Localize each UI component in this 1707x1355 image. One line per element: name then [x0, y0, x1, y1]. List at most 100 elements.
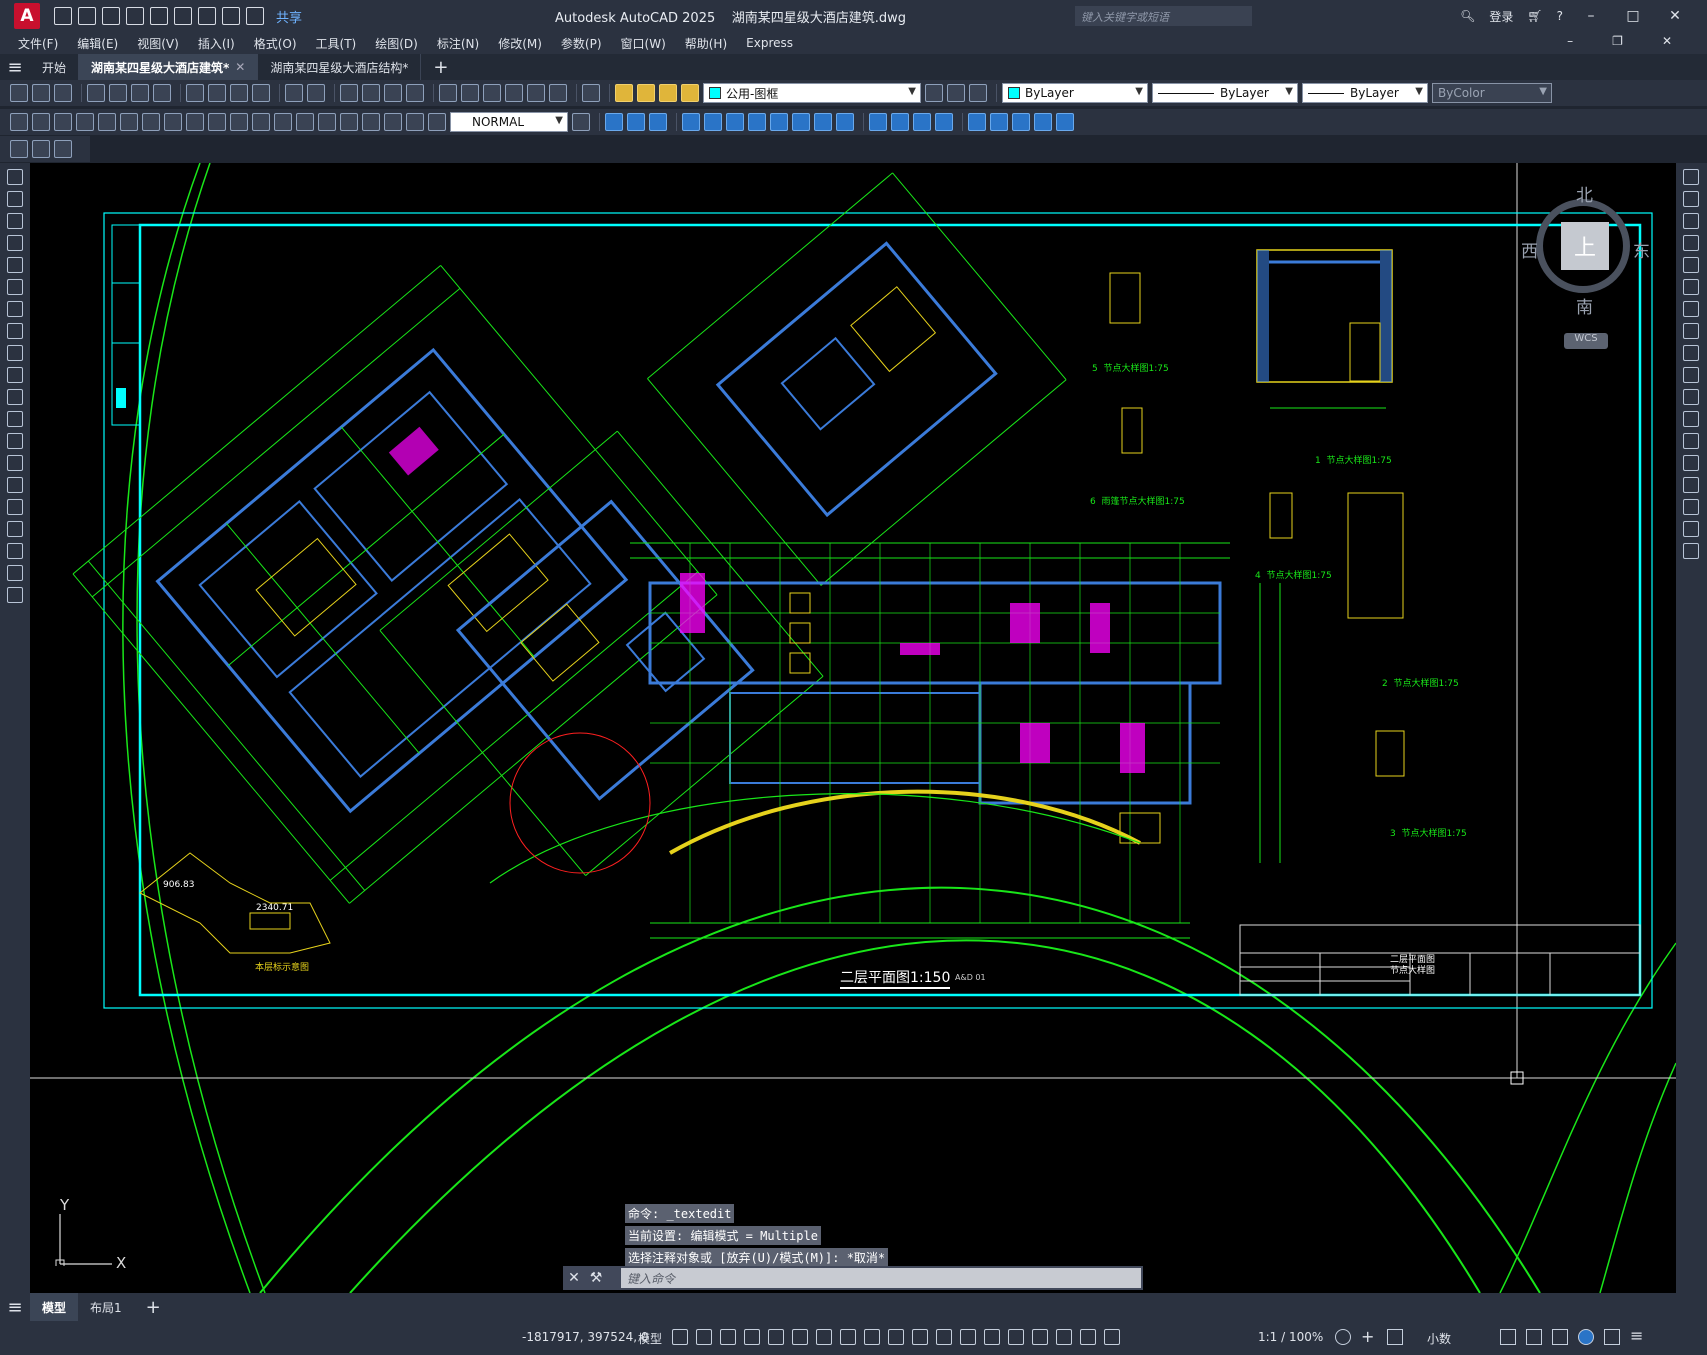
menu-edit[interactable]: 编辑(E) [77, 35, 118, 52]
open-file-icon[interactable] [78, 7, 96, 25]
zoom-previous-icon[interactable] [406, 84, 424, 102]
zoom-realtime-icon[interactable] [362, 84, 380, 102]
layer-freeze-icon[interactable] [659, 84, 677, 102]
menu-file[interactable]: 文件(F) [18, 35, 58, 52]
autocad-logo-icon[interactable]: A [14, 3, 40, 29]
close-command-icon[interactable]: ✕ [563, 1270, 585, 1286]
customization-menu-icon[interactable]: ≡ [1630, 1328, 1646, 1345]
fillet-icon[interactable] [1683, 499, 1699, 515]
new-icon[interactable] [10, 84, 28, 102]
scale-icon[interactable] [770, 113, 788, 131]
menu-tools[interactable]: 工具(T) [316, 35, 357, 52]
viewcube[interactable]: 北 南 西 东 上 WCS [1518, 179, 1650, 349]
wcs-menu[interactable]: WCS [1564, 333, 1608, 349]
menu-window[interactable]: 窗口(W) [621, 35, 666, 52]
units-icon[interactable] [1387, 1329, 1403, 1345]
linear-dim-icon[interactable] [10, 113, 28, 131]
compass-east[interactable]: 东 [1633, 237, 1650, 262]
inspection-icon[interactable] [340, 113, 358, 131]
doc-minimize-button[interactable]: – [1567, 34, 1573, 48]
mtext-icon[interactable] [7, 565, 23, 581]
dim-style-icon[interactable] [572, 113, 590, 131]
erase-icon[interactable] [605, 113, 623, 131]
chamfer-icon[interactable] [913, 113, 931, 131]
customize-wrench-icon[interactable]: ⚒ [585, 1270, 607, 1286]
open-icon[interactable] [32, 84, 50, 102]
infer-constraints-icon[interactable] [720, 1329, 736, 1345]
scale-icon[interactable] [1683, 323, 1699, 339]
doc-close-button[interactable]: ✕ [1662, 34, 1672, 48]
command-input[interactable]: 键入命令 [621, 1268, 1141, 1288]
dynamic-input-icon[interactable] [744, 1329, 760, 1345]
lineweight-icon[interactable] [888, 1329, 904, 1345]
arc-icon[interactable] [7, 279, 23, 295]
dynamic-ucs-icon[interactable] [984, 1329, 1000, 1345]
rotate-icon[interactable] [748, 113, 766, 131]
clean-screen-icon[interactable] [1604, 1329, 1620, 1345]
save-web-icon[interactable] [174, 7, 192, 25]
menu-format[interactable]: 格式(O) [254, 35, 297, 52]
properties-icon[interactable] [439, 84, 457, 102]
plot-icon[interactable] [198, 7, 216, 25]
add-selected-icon[interactable] [7, 587, 23, 603]
plus-icon[interactable]: + [1361, 1329, 1377, 1345]
publish-icon[interactable] [131, 84, 149, 102]
markup-icon[interactable] [527, 84, 545, 102]
dim-text-edit-icon[interactable] [406, 113, 424, 131]
compass-north[interactable]: 北 [1576, 181, 1593, 206]
move-icon[interactable] [1683, 279, 1699, 295]
save-icon[interactable] [54, 84, 72, 102]
close-tab-icon[interactable]: ✕ [235, 60, 245, 74]
dim-style-dropdown[interactable]: NORMAL ▼ [450, 112, 568, 132]
doc-restore-button[interactable]: ❐ [1612, 34, 1623, 48]
dim-space-icon[interactable] [252, 113, 270, 131]
trim-icon[interactable] [1683, 367, 1699, 383]
block-icon[interactable] [7, 433, 23, 449]
break-at-point-icon[interactable] [1683, 411, 1699, 427]
baseline-dim-icon[interactable] [208, 113, 226, 131]
plot-style-dropdown[interactable]: ByColor ▼ [1432, 83, 1552, 103]
minimize-button[interactable]: – [1577, 8, 1605, 24]
viewcube-top-face[interactable]: 上 [1561, 222, 1609, 270]
join-icon[interactable] [891, 113, 909, 131]
mirror-icon[interactable] [649, 113, 667, 131]
make-current-layer-icon[interactable] [925, 84, 943, 102]
polyline-icon[interactable] [7, 213, 23, 229]
object-snap-icon[interactable] [864, 1329, 880, 1345]
make-block-icon[interactable] [32, 140, 50, 158]
layer-dropdown[interactable]: 公用-图框 ▼ [703, 83, 921, 103]
offset-icon[interactable] [682, 113, 700, 131]
stretch-icon[interactable] [1683, 345, 1699, 361]
isometric-icon[interactable] [816, 1329, 832, 1345]
radius-dim-icon[interactable] [98, 113, 116, 131]
menu-view[interactable]: 视图(V) [137, 35, 179, 52]
array-icon[interactable] [704, 113, 722, 131]
spline-icon[interactable] [7, 345, 23, 361]
annotation-scale-icon[interactable] [1104, 1329, 1120, 1345]
stretch-icon[interactable] [792, 113, 810, 131]
menu-parametric[interactable]: 参数(P) [561, 35, 602, 52]
new-tab-button[interactable]: + [433, 57, 448, 78]
pedit-icon[interactable] [1056, 113, 1074, 131]
layer-lock-icon[interactable] [681, 84, 699, 102]
move-icon[interactable] [726, 113, 744, 131]
polygon-icon[interactable] [7, 235, 23, 251]
aligned-dim-icon[interactable] [32, 113, 50, 131]
tab-start[interactable]: 开始 [30, 54, 80, 80]
menu-hamburger-icon[interactable]: ≡ [0, 57, 30, 78]
auto-scale-icon[interactable] [1080, 1329, 1096, 1345]
fillet-icon[interactable] [935, 113, 953, 131]
table-icon[interactable] [7, 543, 23, 559]
menu-express[interactable]: Express [746, 36, 793, 50]
dim-update-icon[interactable] [428, 113, 446, 131]
help-icon[interactable] [582, 84, 600, 102]
share-button[interactable]: 共享 [276, 7, 302, 26]
menu-modify[interactable]: 修改(M) [498, 35, 542, 52]
workspace-gear-icon[interactable] [1335, 1329, 1351, 1345]
dim-edit-icon[interactable] [384, 113, 402, 131]
model-space-button[interactable]: 模型 [638, 1330, 662, 1347]
tab-layout1[interactable]: 布局1 [78, 1293, 134, 1321]
redo-icon[interactable] [307, 84, 325, 102]
undo-icon[interactable] [285, 84, 303, 102]
transparency-icon[interactable] [912, 1329, 928, 1345]
